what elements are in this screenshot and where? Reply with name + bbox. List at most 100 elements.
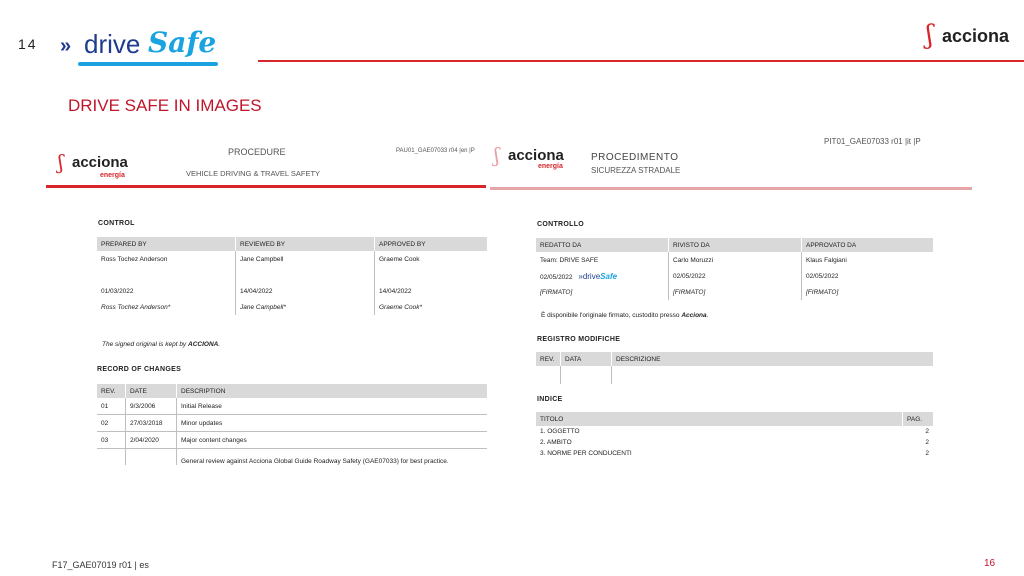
right-index-cell: 2 [925, 439, 929, 446]
right-index-title: INDICE [537, 396, 563, 403]
right-control-cell: [FIRMATO] [540, 288, 573, 296]
right-index-header: TITOLO [536, 412, 903, 426]
left-changes-table: REV. DATE DESCRIPTION 01 9/3/2006 Initia… [97, 384, 487, 465]
right-control-table: REDATTO DA RIVISTO DA APPROVATO DA Team:… [536, 238, 933, 300]
left-control-cell: Jane Campbell* [235, 299, 375, 315]
right-index-cell: 2. AMBITO [540, 439, 572, 446]
right-doc-logo-sub: energía [538, 163, 563, 170]
right-changes-header: DATA [560, 352, 612, 366]
left-doc-logo-word: acciona [72, 154, 128, 171]
right-control-cell: Carlo Moruzzi [668, 252, 802, 268]
left-signed-note-company: ACCIONA [188, 341, 219, 348]
right-control-cell: Klaus Falgiani [801, 252, 933, 268]
left-changes-cell: 27/03/2018 [125, 414, 177, 432]
table-row: 03 2/04/2020 Major content changes [97, 431, 487, 449]
left-control-cell: 01/03/2022 [101, 287, 134, 295]
left-changes-header: REV. [97, 384, 126, 398]
left-changes-cell: Major content changes [176, 431, 487, 449]
left-control-header: PREPARED BY [97, 237, 236, 251]
right-control-header: REDATTO DA [536, 238, 669, 252]
right-index-cell: 2 [925, 450, 929, 457]
left-changes-cell: Initial Release [176, 398, 487, 415]
left-changes-cell: 01 [97, 398, 126, 415]
acciona-mark-icon: ʃ [494, 143, 500, 167]
left-control-cell: Graeme Cook [374, 251, 487, 267]
right-control-header: RIVISTO DA [668, 238, 802, 252]
left-changes-title: RECORD OF CHANGES [97, 366, 182, 373]
right-changes-title: REGISTRO MODIFICHE [537, 336, 621, 343]
table-row: General review against Acciona Global Gu… [97, 448, 487, 466]
right-index-table: TITOLO PAG. 1. OGGETTO 2 2. AMBITO 2 3. … [536, 412, 933, 459]
left-control-cell: Ross Tochez Anderson* [101, 303, 171, 311]
right-doc-logo-word: acciona [508, 147, 564, 164]
right-index-cell: 2 [925, 428, 929, 435]
right-signed-note-company: Acciona [681, 312, 707, 319]
right-index-header: PAG. [902, 412, 933, 426]
right-control-cell: 02/05/2022 »driveSafe [536, 268, 669, 284]
header-divider [258, 60, 1024, 62]
left-doc-subtitle: VEHICLE DRIVING & TRAVEL SAFETY [186, 169, 321, 178]
left-control-header: APPROVED BY [374, 237, 487, 251]
right-doc-type: PROCEDIMENTO [591, 152, 679, 163]
acciona-mark-icon: ʃ [926, 20, 934, 50]
section-title: DRIVE SAFE IN IMAGES [68, 96, 262, 115]
right-doc-header-bar [490, 187, 972, 190]
right-signed-note: È disponibile l'originale firmato, custo… [541, 312, 709, 319]
acciona-mark-icon: ʃ [58, 150, 64, 174]
left-control-cell: Jane Campbell [235, 251, 375, 267]
right-control-cell: 02/05/2022 [801, 268, 933, 284]
left-control-cell: 14/04/2022 [235, 283, 375, 299]
drivesafe-logo: » drive Safe [60, 26, 220, 70]
right-control-header: APPROVATO DA [801, 238, 933, 252]
table-row: 1. OGGETTO 2 [536, 426, 933, 437]
right-index-cell: 1. OGGETTO [540, 428, 580, 435]
drivesafe-logo-safe: Safe [148, 26, 217, 59]
page-number: 16 [984, 558, 996, 569]
left-changes-cell: 03 [97, 431, 126, 449]
table-row: 3. NORME PER CONDUCENTI 2 [536, 448, 933, 459]
slide-number: 14 [18, 36, 38, 52]
mini-logo-safe: Safe [600, 271, 618, 281]
left-control-cell: 14/04/2022 [374, 283, 487, 299]
right-control-cell: [FIRMATO] [801, 284, 933, 300]
left-control-cell: Ross Tochez Anderson [101, 255, 168, 263]
left-signed-note: The signed original is kept by ACCIONA. [102, 341, 221, 348]
right-changes-table: REV. DATA DESCRIZIONE [536, 352, 933, 384]
right-doc-subtitle: SICUREZZA STRADALE [591, 166, 681, 175]
right-control-title: CONTROLLO [537, 221, 585, 228]
right-signed-note-text: È disponibile l'originale firmato, custo… [541, 312, 680, 319]
left-control-title: CONTROL [98, 220, 135, 227]
left-control-header: REVIEWED BY [235, 237, 375, 251]
mini-logo-drive: drive [582, 271, 601, 281]
table-row: 2. AMBITO 2 [536, 437, 933, 448]
right-doc-code: PIT01_GAE07033 r01 |it |P [824, 137, 921, 146]
footer-code: F17_GAE07019 r01 | es [52, 560, 149, 570]
drivesafe-logo-drive: drive [84, 29, 141, 59]
left-control-cell: Graeme Cook* [374, 299, 487, 315]
acciona-logo-word: acciona [942, 26, 1010, 46]
left-changes-header: DATE [125, 384, 177, 398]
left-doc-code: PAU01_GAE07033 r04 |en |P [396, 148, 475, 154]
right-control-cell: [FIRMATO] [668, 284, 802, 300]
left-changes-cell [97, 449, 126, 466]
drivesafe-arrows-icon: » [60, 35, 71, 57]
left-changes-cell [125, 448, 177, 465]
right-index-cell: 3. NORME PER CONDUCENTI [540, 450, 632, 457]
right-changes-header: REV. [536, 352, 561, 366]
left-doc-logo-sub: energía [100, 172, 125, 179]
right-control-date: 02/05/2022 [540, 273, 573, 281]
table-row: 01 9/3/2006 Initial Release [97, 398, 487, 415]
left-doc-header-bar [46, 185, 486, 188]
drivesafe-swoosh [78, 62, 218, 66]
right-control-cell: 02/05/2022 [668, 268, 802, 284]
left-changes-cell: 9/3/2006 [125, 398, 177, 415]
table-row: 02 27/03/2018 Minor updates [97, 414, 487, 432]
left-changes-cell: Minor updates [176, 414, 487, 432]
right-control-cell: Team: DRIVE SAFE [540, 256, 599, 264]
left-changes-cell: 02 [97, 414, 126, 432]
left-doc-type: PROCEDURE [228, 147, 286, 157]
left-changes-cell: General review against Acciona Global Gu… [176, 448, 487, 465]
mini-drivesafe-logo: »driveSafe [578, 271, 618, 281]
left-signed-note-text: The signed original is kept by [102, 341, 187, 348]
left-changes-header: DESCRIPTION [176, 384, 487, 398]
